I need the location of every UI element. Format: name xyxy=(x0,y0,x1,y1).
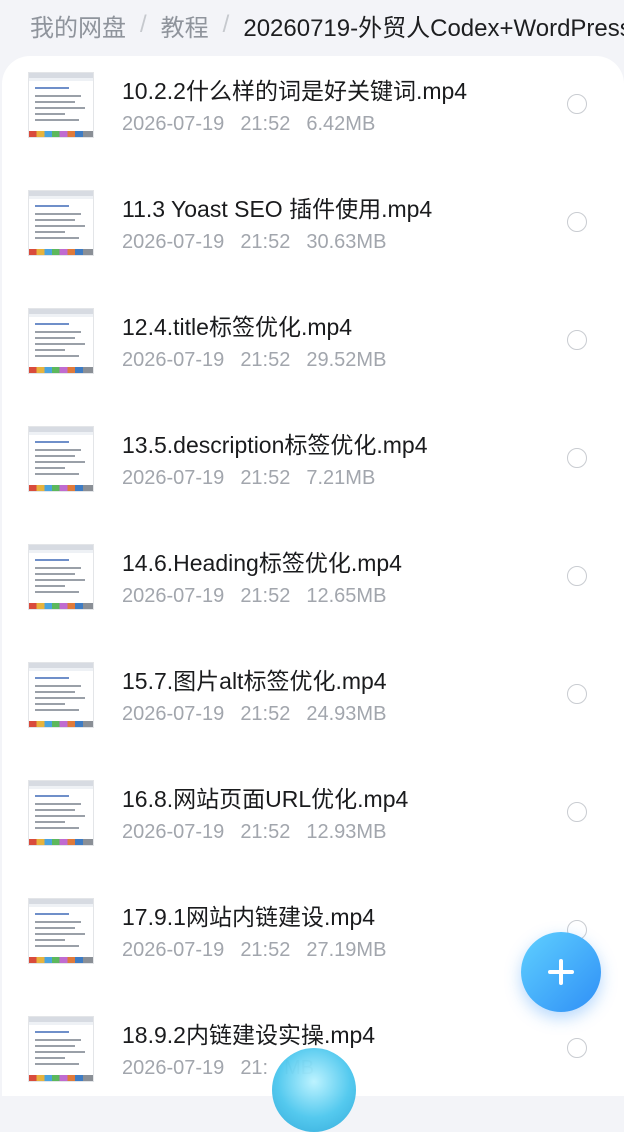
file-time: 21:52 xyxy=(240,349,291,371)
breadcrumb: 我的网盘 / 教程 / 20260719-外贸人Codex+WordPress xyxy=(0,0,624,50)
file-meta: 2026-07-19 21:52 29.52MB xyxy=(122,349,386,372)
file-date: 2026-07-19 xyxy=(122,1057,225,1079)
file-size: 29.52MB xyxy=(306,349,387,371)
file-row[interactable]: 15.7.图片alt标签优化.mp4 2026-07-19 21:52 24.93MB xyxy=(2,646,624,764)
video-thumbnail xyxy=(28,190,94,256)
breadcrumb-level1[interactable]: 教程 xyxy=(161,8,209,43)
video-thumbnail xyxy=(28,72,94,138)
file-time: 21:52 xyxy=(240,821,291,843)
file-name: 16.8.网站页面URL优化.mp4 xyxy=(122,786,409,812)
file-time: 21:52 xyxy=(240,939,291,961)
file-row[interactable]: 11.3 Yoast SEO 插件使用.mp4 2026-07-19 21:52 30… xyxy=(2,174,624,292)
video-thumbnail xyxy=(28,1016,94,1082)
file-meta: 2026-07-19 21:52 24.93MB xyxy=(122,703,386,726)
breadcrumb-separator: / xyxy=(140,11,147,38)
file-meta: 2026-07-19 21:52 30.63MB xyxy=(122,231,386,254)
file-row[interactable]: 10.2.2什么样的词是好关键词.mp4 2026-07-19 21:52 6.42M… xyxy=(2,56,624,174)
select-radio[interactable] xyxy=(567,1038,587,1058)
video-thumbnail xyxy=(28,426,94,492)
file-name: 13.5.description标签优化.mp4 xyxy=(122,432,428,458)
file-size: 24.93MB xyxy=(306,703,387,725)
file-size: 12.65MB xyxy=(306,585,387,607)
file-row[interactable]: 16.8.网站页面URL优化.mp4 2026-07-19 21:52 12.93MB xyxy=(2,764,624,882)
file-date: 2026-07-19 xyxy=(122,349,225,371)
file-date: 2026-07-19 xyxy=(122,467,225,489)
file-time: 21:52 xyxy=(240,703,291,725)
file-size: 7.21MB xyxy=(306,467,376,489)
add-button[interactable] xyxy=(521,932,601,1012)
select-radio[interactable] xyxy=(567,448,587,468)
file-size: 12.93MB xyxy=(306,821,387,843)
file-name: 11.3 Yoast SEO 插件使用.mp4 xyxy=(122,196,433,222)
file-date: 2026-07-19 xyxy=(122,703,225,725)
file-size: 6.42MB xyxy=(306,113,376,135)
file-time: 21:52 xyxy=(240,231,291,253)
file-name: 12.4.title标签优化.mp4 xyxy=(122,314,353,340)
file-list: 10.2.2什么样的词是好关键词.mp4 2026-07-19 21:52 6.42M… xyxy=(2,56,624,1096)
select-radio[interactable] xyxy=(567,802,587,822)
breadcrumb-current: 20260719-外贸人Codex+WordPress xyxy=(243,14,624,42)
file-name: 14.6.Heading标签优化.mp4 xyxy=(122,550,402,576)
file-time: 21:52 xyxy=(240,113,291,135)
file-name: 15.7.图片alt标签优化.mp4 xyxy=(122,668,387,694)
file-date: 2026-07-19 xyxy=(122,585,225,607)
floating-assistant-bubble[interactable] xyxy=(272,1048,356,1132)
file-time: 21: xyxy=(240,1057,269,1079)
file-meta: 2026-07-19 21:52 6.42MB xyxy=(122,113,375,136)
video-thumbnail xyxy=(28,308,94,374)
video-thumbnail xyxy=(28,780,94,846)
select-radio[interactable] xyxy=(567,94,587,114)
file-date: 2026-07-19 xyxy=(122,939,225,961)
file-row[interactable]: 12.4.title标签优化.mp4 2026-07-19 21:52 29.52MB xyxy=(2,292,624,410)
file-time: 21:52 xyxy=(240,585,291,607)
breadcrumb-separator: / xyxy=(222,11,230,38)
file-size: 30.63MB xyxy=(306,231,387,253)
video-thumbnail xyxy=(28,898,94,964)
select-radio[interactable] xyxy=(567,566,587,586)
file-date: 2026-07-19 xyxy=(122,231,225,253)
select-radio[interactable] xyxy=(567,212,587,232)
select-radio[interactable] xyxy=(567,684,587,704)
file-size: 27.19MB xyxy=(306,939,387,961)
file-name: 10.2.2什么样的词是好关键词.mp4 xyxy=(122,78,468,104)
file-name: 18.9.2内链建设实操.mp4 xyxy=(122,1022,376,1048)
file-meta: 2026-07-19 21:52 7.21MB xyxy=(122,467,375,490)
video-thumbnail xyxy=(28,544,94,610)
plus-icon xyxy=(548,959,574,985)
breadcrumb-root[interactable]: 我的网盘 xyxy=(30,8,126,43)
file-meta: 2026-07-19 21:52 27.19MB xyxy=(122,939,386,962)
file-name: 17.9.1网站内链建设.mp4 xyxy=(122,904,376,930)
file-date: 2026-07-19 xyxy=(122,113,225,135)
video-thumbnail xyxy=(28,662,94,728)
file-row[interactable]: 14.6.Heading标签优化.mp4 2026-07-19 21:52 12.65… xyxy=(2,528,624,646)
file-meta: 2026-07-19 21:52 12.93MB xyxy=(122,821,386,844)
file-time: 21:52 xyxy=(240,467,291,489)
file-meta: 2026-07-19 21:52 12.65MB xyxy=(122,585,386,608)
file-row[interactable]: 13.5.description标签优化.mp4 2026-07-19 21:52 7… xyxy=(2,410,624,528)
select-radio[interactable] xyxy=(567,330,587,350)
file-date: 2026-07-19 xyxy=(122,821,225,843)
